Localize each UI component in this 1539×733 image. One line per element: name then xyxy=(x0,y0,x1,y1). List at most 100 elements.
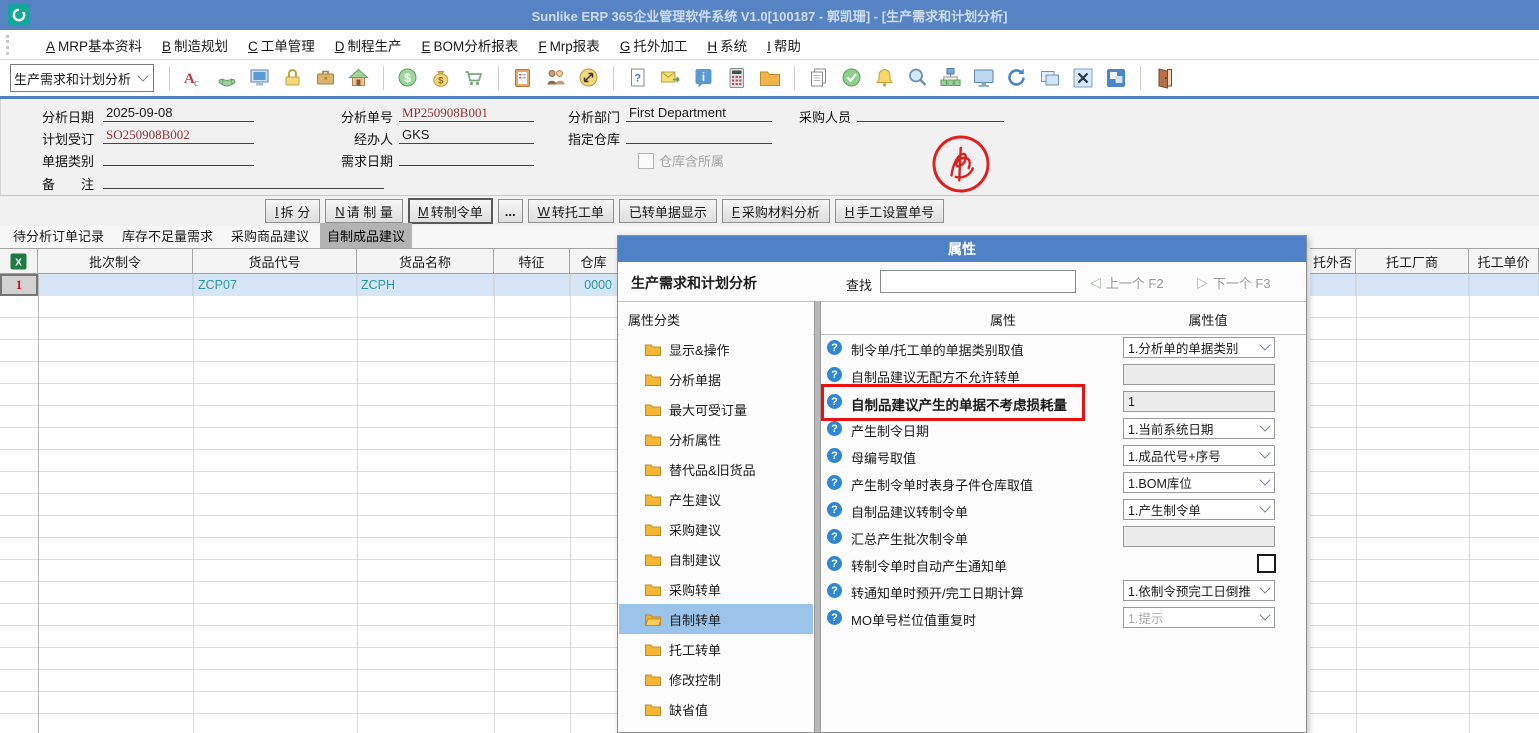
assigned-warehouse-field[interactable] xyxy=(626,127,772,144)
mo-date-select[interactable]: 1.当前系统日期 xyxy=(1123,418,1275,439)
menu-workorder[interactable]: C工单管理 xyxy=(248,35,315,55)
category-default-values[interactable]: 缺省值 xyxy=(619,694,813,724)
component-warehouse-select[interactable]: 1.BOM库位 xyxy=(1123,472,1275,493)
chevron-down-icon[interactable] xyxy=(135,70,151,86)
folder-icon[interactable] xyxy=(758,66,782,90)
menu-manufacture-plan[interactable]: B制造规划 xyxy=(162,35,228,55)
category-analysis-doc[interactable]: 分析单据 xyxy=(619,364,813,394)
cell-outsourcing-vendor[interactable] xyxy=(1356,274,1469,296)
cell-outsourced[interactable] xyxy=(1310,274,1356,296)
close-window-icon[interactable] xyxy=(1071,66,1095,90)
tab-purchase-suggestion[interactable]: 采购商品建议 xyxy=(224,223,316,248)
manual-doc-no-button[interactable]: H手工设置单号 xyxy=(835,199,944,223)
panes-icon[interactable] xyxy=(1104,66,1128,90)
no-bom-no-convert-input[interactable] xyxy=(1123,364,1275,385)
menu-mrp-basic[interactable]: AMRP基本资料 xyxy=(46,35,142,55)
lock-icon[interactable] xyxy=(281,66,305,90)
cell-warehouse[interactable]: 0000 xyxy=(570,274,617,296)
module-select[interactable]: 生产需求和计划分析 xyxy=(10,64,154,92)
menu-process-production[interactable]: D制程生产 xyxy=(335,35,402,55)
tab-pending-orders[interactable]: 待分析订单记录 xyxy=(6,223,111,248)
help-doc-icon[interactable]: ? xyxy=(626,66,650,90)
purchaser-field[interactable] xyxy=(857,105,1004,122)
category-selfmade-suggestion[interactable]: 自制建议 xyxy=(619,544,813,574)
sitemap-icon[interactable] xyxy=(939,66,963,90)
info-icon[interactable]: i xyxy=(692,66,716,90)
swap-link-icon[interactable] xyxy=(577,66,601,90)
help-icon[interactable]: ? xyxy=(827,340,842,355)
more-options-button[interactable]: ... xyxy=(498,199,523,223)
show-converted-docs-button[interactable]: 已转单据显示 xyxy=(619,199,717,223)
ignore-loss-qty-input[interactable]: 1 xyxy=(1123,391,1275,412)
category-purchase-suggestion[interactable]: 采购建议 xyxy=(619,514,813,544)
demand-date-field[interactable] xyxy=(399,149,534,166)
col-header-warehouse[interactable]: 仓库 xyxy=(570,248,617,274)
table-row[interactable]: 1 ZCP07 ZCPH 0000 xyxy=(0,274,617,296)
remark-field[interactable] xyxy=(103,172,384,189)
search-input[interactable] xyxy=(880,270,1076,293)
tab-stock-shortage[interactable]: 库存不足量需求 xyxy=(115,223,220,248)
briefcase-icon[interactable] xyxy=(314,66,338,90)
help-icon[interactable]: ? xyxy=(827,610,842,625)
request-mo-qty-button[interactable]: N请 制 量 xyxy=(325,199,403,223)
exit-door-icon[interactable] xyxy=(1153,66,1177,90)
plan-order-field[interactable]: SO250908B002 xyxy=(103,127,254,144)
parent-no-select[interactable]: 1.成品代号+序号 xyxy=(1123,445,1275,466)
col-header-outsourcing-price[interactable]: 托工单价 xyxy=(1469,248,1539,274)
excel-export-icon[interactable]: X xyxy=(0,248,38,274)
monitor-icon[interactable] xyxy=(972,66,996,90)
help-icon[interactable]: ? xyxy=(827,529,842,544)
col-header-outsourcing-vendor[interactable]: 托工厂商 xyxy=(1356,248,1469,274)
category-selfmade-convert[interactable]: 自制转单 xyxy=(619,604,813,634)
help-icon[interactable]: ? xyxy=(827,556,842,571)
cart-icon[interactable] xyxy=(462,66,486,90)
menu-mrp-report[interactable]: FMrp报表 xyxy=(538,35,600,55)
users-icon[interactable] xyxy=(544,66,568,90)
category-generate-suggestion[interactable]: 产生建议 xyxy=(619,484,813,514)
cell-item-code[interactable]: ZCP07 xyxy=(193,274,357,296)
col-header-item-code[interactable]: 货品代号 xyxy=(193,248,357,274)
home-icon[interactable] xyxy=(347,66,371,90)
clipboard-icon[interactable] xyxy=(511,66,535,90)
handler-field[interactable]: GKS xyxy=(399,127,534,144)
doc-type-value-select[interactable]: 1.分析单的单据类别 xyxy=(1123,337,1275,358)
money-bag-icon[interactable]: $ xyxy=(429,66,453,90)
dollar-coin-icon[interactable]: $ xyxy=(396,66,420,90)
category-display-operation[interactable]: 显示&操作 xyxy=(619,334,813,364)
calculator-icon[interactable] xyxy=(725,66,749,90)
menu-system[interactable]: H系统 xyxy=(707,35,747,55)
help-icon[interactable]: ? xyxy=(827,583,842,598)
previous-button[interactable]: ◁上一个 F2 xyxy=(1084,270,1170,294)
help-icon[interactable]: ? xyxy=(827,448,842,463)
help-icon[interactable]: ? xyxy=(827,502,842,517)
warehouse-include-sub-checkbox[interactable]: 仓库含所属 xyxy=(638,151,724,170)
col-header-item-name[interactable]: 货品名称 xyxy=(357,248,494,274)
col-header-batch-mo[interactable]: 批次制令 xyxy=(38,248,193,274)
category-max-acceptable[interactable]: 最大可受订量 xyxy=(619,394,813,424)
help-icon[interactable]: ? xyxy=(827,367,842,382)
menu-outsourcing[interactable]: G托外加工 xyxy=(620,35,688,55)
row-index-cell[interactable]: 1 xyxy=(0,274,38,296)
next-button[interactable]: ▷下一个 F3 xyxy=(1191,270,1277,294)
cell-item-name[interactable]: ZCPH xyxy=(357,274,494,296)
to-outsourcing-order-button[interactable]: W转托工单 xyxy=(528,199,614,223)
search-icon[interactable] xyxy=(906,66,930,90)
to-mo-button[interactable]: M转制令单 xyxy=(408,198,493,224)
cell-batch-mo[interactable] xyxy=(38,274,193,296)
phone-icon[interactable] xyxy=(215,66,239,90)
auto-notice-checkbox[interactable] xyxy=(1257,554,1276,573)
menu-help[interactable]: I帮助 xyxy=(767,35,801,55)
refresh-icon[interactable] xyxy=(1005,66,1029,90)
analysis-date-field[interactable]: 2025-09-08 xyxy=(103,105,254,122)
font-abc-icon[interactable]: Ac xyxy=(182,66,206,90)
category-modify-control[interactable]: 修改控制 xyxy=(619,664,813,694)
analysis-dept-field[interactable]: First Department xyxy=(626,105,772,122)
category-analysis-attr[interactable]: 分析属性 xyxy=(619,424,813,454)
check-circle-icon[interactable] xyxy=(840,66,864,90)
bell-icon[interactable] xyxy=(873,66,897,90)
category-substitute[interactable]: 替代品&旧货品 xyxy=(619,454,813,484)
category-outsourcing-convert[interactable]: 托工转单 xyxy=(619,634,813,664)
menu-bom-report[interactable]: EBOM分析报表 xyxy=(422,35,519,55)
summary-batch-mo-input[interactable] xyxy=(1123,526,1275,547)
cell-feature[interactable] xyxy=(494,274,570,296)
